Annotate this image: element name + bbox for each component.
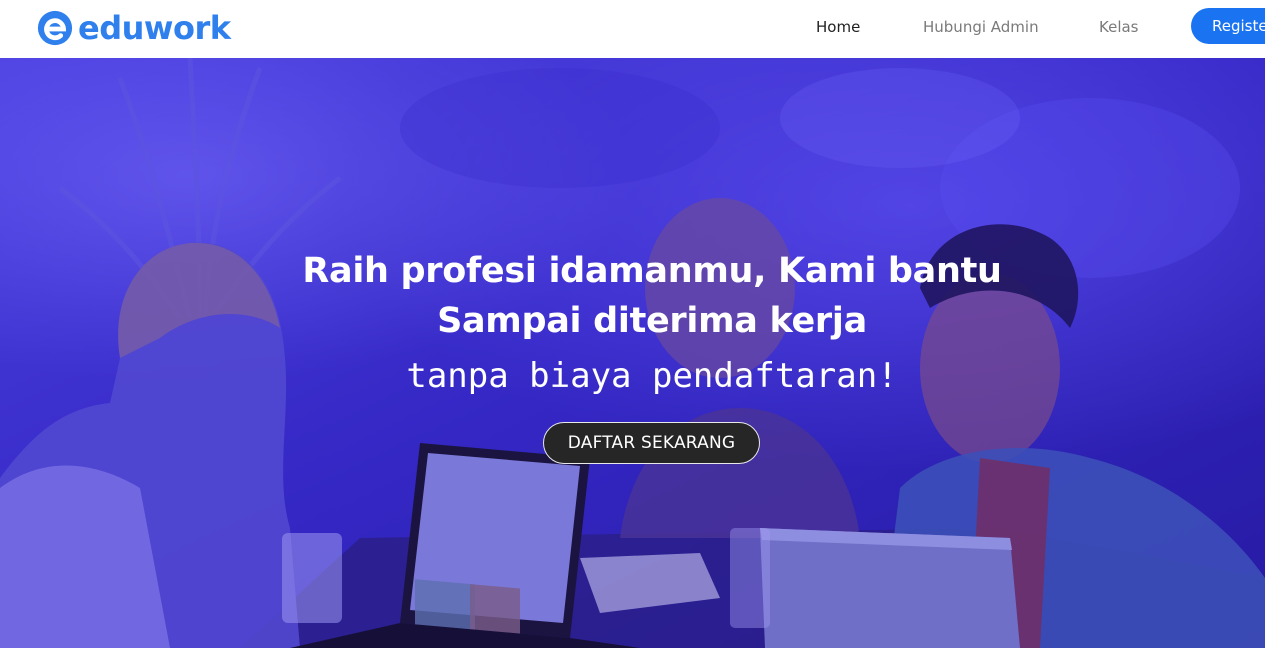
hero-title: Raih profesi idamanmu, Kami bantu Sampai…: [232, 246, 1072, 346]
nav-kelas-link[interactable]: Kelas: [1099, 17, 1139, 37]
brand-name: eduwork: [78, 9, 231, 47]
eduwork-logo-icon: [37, 10, 73, 46]
hero-title-line2: Sampai diterima kerja: [437, 301, 867, 341]
nav-home-link[interactable]: Home: [816, 17, 860, 37]
hero-title-line1: Raih profesi idamanmu, Kami bantu: [302, 251, 1002, 291]
brand-logo[interactable]: eduwork: [36, 8, 231, 48]
hero-subtitle: tanpa biaya pendaftaran!: [406, 356, 898, 396]
register-button[interactable]: Register: [1191, 8, 1265, 44]
nav-hubungi-admin-link[interactable]: Hubungi Admin: [923, 17, 1039, 37]
hero-section: Raih profesi idamanmu, Kami bantu Sampai…: [0, 58, 1265, 648]
top-navbar: eduwork Home Hubungi Admin Kelas Registe…: [0, 0, 1265, 58]
daftar-sekarang-button[interactable]: DAFTAR SEKARANG: [543, 422, 760, 464]
